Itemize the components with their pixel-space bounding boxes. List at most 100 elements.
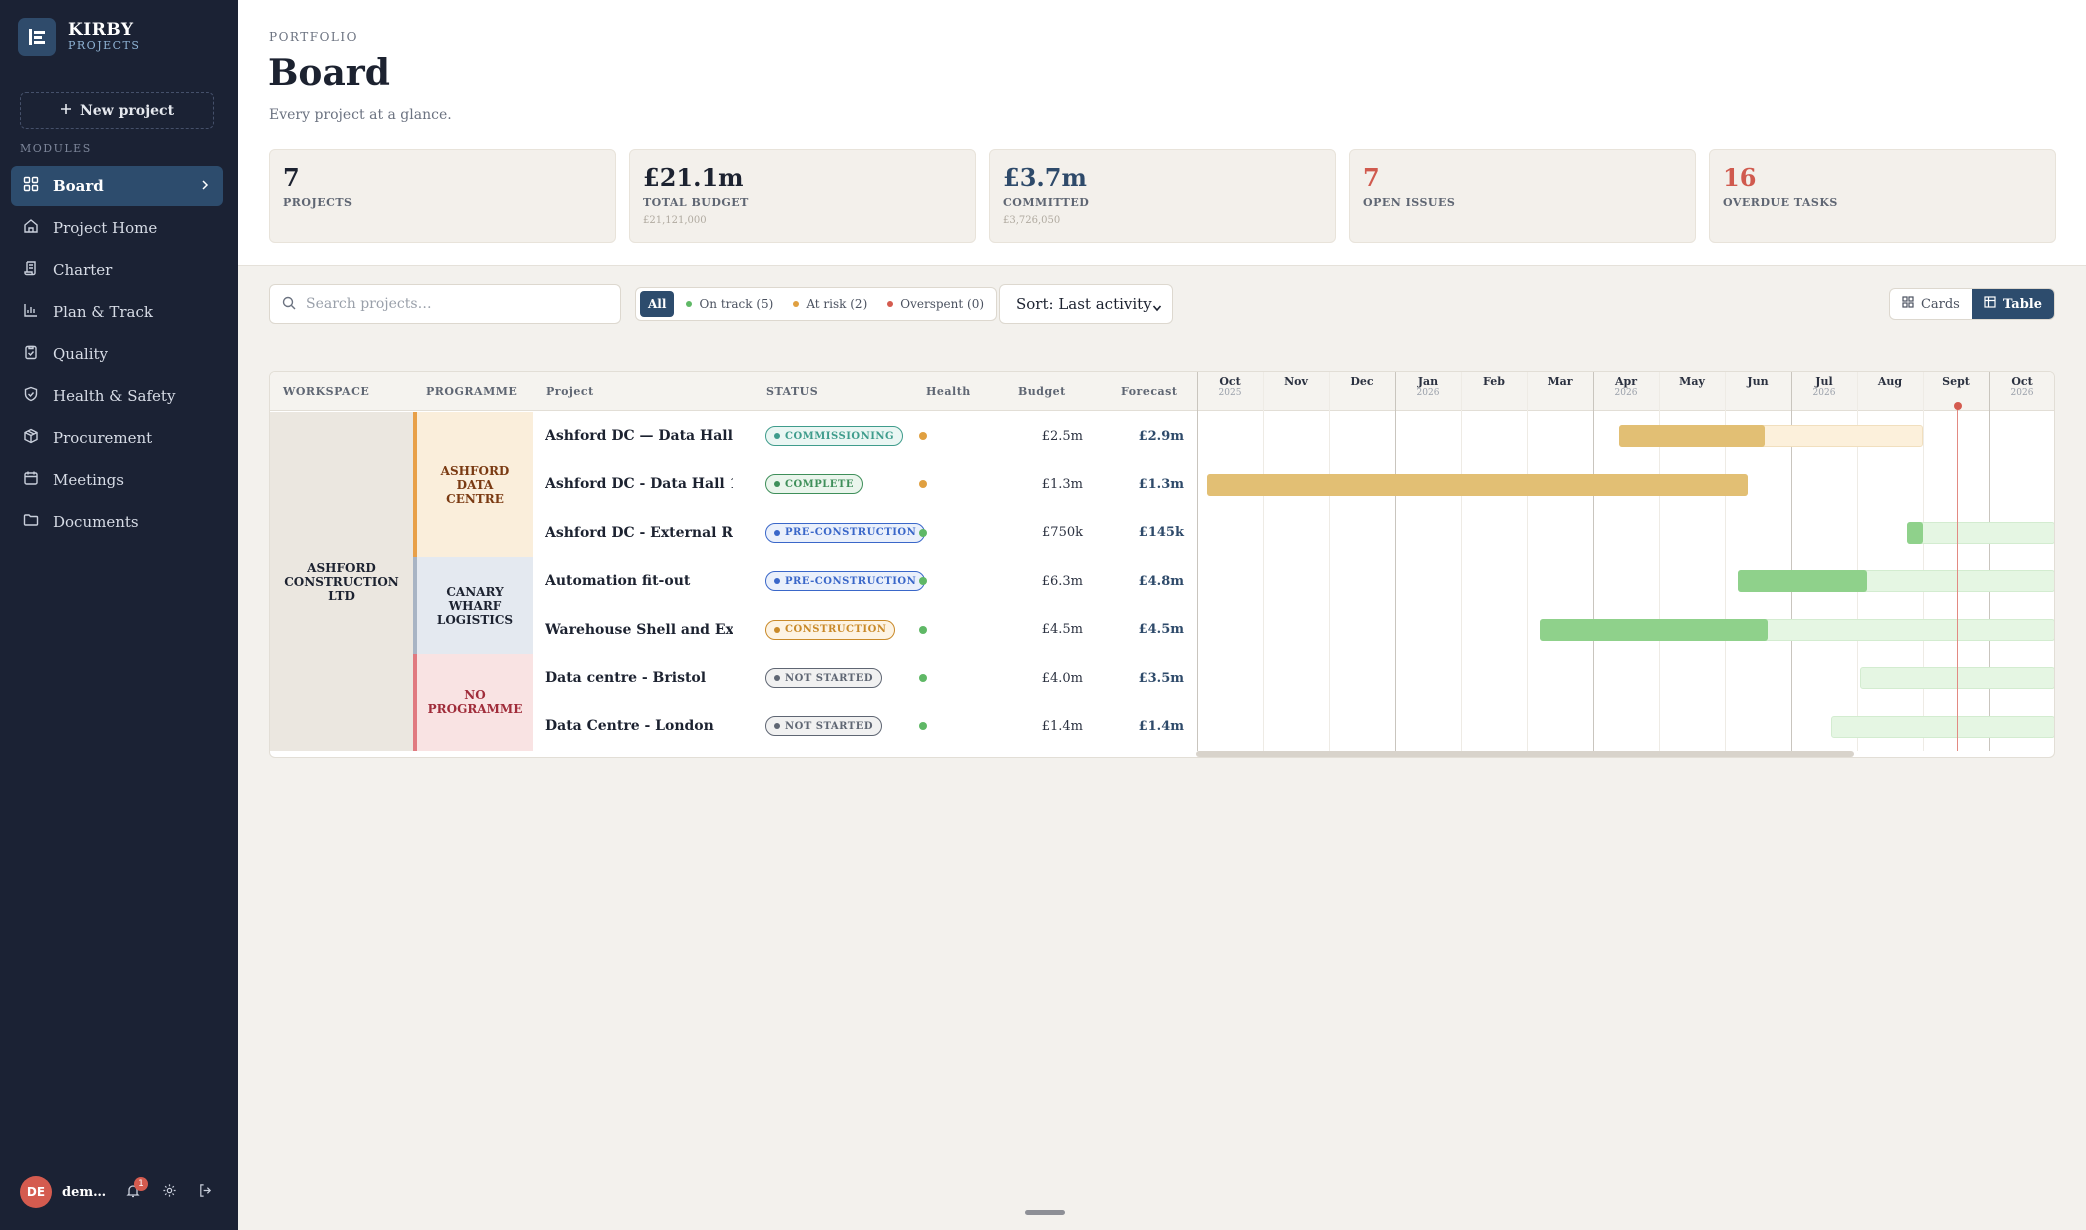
sidebar-item-plan-track[interactable]: Plan & Track: [11, 292, 223, 332]
sidebar-item-documents[interactable]: Documents: [11, 502, 223, 542]
gantt-progress-bar[interactable]: [1906, 522, 1923, 544]
view-cards-button[interactable]: Cards: [1890, 289, 1972, 319]
sidebar-item-charter[interactable]: Charter: [11, 250, 223, 290]
month-year: 2026: [1812, 388, 1836, 398]
programme-cell: NO PROGRAMME: [413, 654, 533, 751]
sidebar-item-project-home[interactable]: Project Home: [11, 208, 223, 248]
stat-sub: £21,121,000: [643, 215, 707, 226]
month-header: Feb: [1461, 375, 1527, 388]
filter-on-track[interactable]: On track (5): [678, 291, 781, 317]
gantt-progress-bar[interactable]: [1206, 473, 1749, 496]
status-cell: COMMISSIONING: [765, 412, 904, 460]
gantt-progress-bar[interactable]: [1619, 425, 1765, 448]
forecast-cell: £145k: [1138, 525, 1184, 541]
gantt-progress-bar[interactable]: [1738, 570, 1867, 593]
toolbar: All On track (5) At risk (2) Overspent (…: [269, 284, 2055, 324]
health-dot-icon: [919, 674, 927, 682]
status-cell: NOT STARTED: [765, 654, 883, 702]
search-box[interactable]: [269, 284, 621, 324]
gantt-gridline: [1197, 372, 1198, 751]
project-name[interactable]: Ashford DC - Data Hall 1: [545, 460, 733, 508]
brand[interactable]: KIRBY PROJECTS: [18, 18, 140, 56]
forecast-cell: £1.4m: [1138, 718, 1184, 734]
month-label: Apr: [1614, 375, 1638, 388]
sidebar-item-label: Documents: [53, 513, 139, 531]
project-name[interactable]: Ashford DC — Data Hall 2 ...: [545, 412, 733, 460]
sidebar-item-procurement[interactable]: Procurement: [11, 418, 223, 458]
table-row[interactable]: Ashford DC - External Ref... PRE-CONSTRUC…: [533, 509, 2054, 557]
month-label: Aug: [1877, 375, 1903, 388]
filter-label: All: [648, 297, 667, 311]
col-health[interactable]: Health: [926, 372, 971, 411]
logout-button[interactable]: [192, 1179, 218, 1205]
table-row[interactable]: Data Centre - London NOT STARTED £1.4m £1.4…: [533, 702, 2054, 750]
sidebar-item-health-safety[interactable]: Health & Safety: [11, 376, 223, 416]
resize-handle[interactable]: [1025, 1210, 1065, 1215]
stat-label: TOTAL BUDGET: [643, 196, 749, 209]
project-name[interactable]: Automation fit-out: [545, 557, 733, 605]
health-dot-icon: [919, 432, 927, 440]
stats-row: 7 PROJECTS £21.1m TOTAL BUDGET £21,121,0…: [269, 149, 2056, 243]
status-dot-icon: [774, 675, 780, 681]
table-icon: [1984, 296, 1996, 312]
project-name[interactable]: Data Centre - London: [545, 702, 733, 750]
col-status[interactable]: STATUS: [766, 372, 818, 411]
health-cell: [913, 557, 933, 605]
month-header: Oct 2026: [1989, 375, 2054, 398]
bar-chart-icon: [23, 302, 39, 322]
forecast-cell: £4.8m: [1138, 573, 1184, 589]
month-label: May: [1679, 375, 1705, 388]
gantt-track[interactable]: [1906, 522, 2054, 544]
budget-cell: £6.3m: [1041, 573, 1083, 589]
col-budget[interactable]: Budget: [1018, 372, 1066, 411]
stat-card-open-issues: 7 OPEN ISSUES: [1349, 149, 1696, 243]
gantt-progress-bar[interactable]: [1540, 618, 1768, 641]
project-name[interactable]: Data centre - Bristol: [545, 654, 733, 702]
horizontal-scrollbar[interactable]: [1196, 751, 1854, 757]
status-badge: COMPLETE: [765, 474, 863, 495]
filter-overspent[interactable]: Overspent (0): [879, 291, 992, 317]
search-input[interactable]: [306, 296, 606, 312]
filter-at-risk[interactable]: At risk (2): [785, 291, 875, 317]
month-label: Dec: [1350, 375, 1374, 388]
status-filter-group: All On track (5) At risk (2) Overspent (…: [635, 287, 998, 321]
sidebar-item-quality[interactable]: Quality: [11, 334, 223, 374]
month-label: Feb: [1483, 375, 1505, 388]
sidebar-item-meetings[interactable]: Meetings: [11, 460, 223, 500]
avatar[interactable]: DE: [20, 1176, 52, 1208]
health-cell: [913, 654, 933, 702]
username[interactable]: demo...: [62, 1185, 110, 1200]
table-row[interactable]: Data centre - Bristol NOT STARTED £4.0m £3.…: [533, 654, 2054, 702]
status-dot-icon: [774, 433, 780, 439]
gantt-track[interactable]: [1830, 715, 2054, 738]
status-text: COMMISSIONING: [785, 430, 895, 442]
filter-all[interactable]: All: [640, 291, 675, 317]
new-project-button[interactable]: New project: [20, 92, 214, 129]
health-cell: [913, 460, 933, 508]
notifications-button[interactable]: 1: [120, 1177, 148, 1205]
sidebar-item-label: Quality: [53, 345, 108, 363]
view-table-button[interactable]: Table: [1971, 289, 2054, 319]
settings-button[interactable]: [156, 1179, 182, 1205]
health-dot-icon: [919, 625, 927, 634]
today-line: [1957, 406, 1959, 751]
forecast-cell: £4.5m: [1138, 622, 1184, 638]
new-project-label: New project: [79, 102, 175, 119]
stat-card-projects: 7 PROJECTS: [269, 149, 616, 243]
col-forecast[interactable]: Forecast: [1121, 372, 1177, 411]
chevron-down-icon: [1152, 299, 1162, 317]
stat-value: 7: [283, 163, 300, 192]
gantt-gridline: [1527, 372, 1528, 751]
sidebar-item-label: Project Home: [53, 219, 158, 237]
project-name[interactable]: Ashford DC - External Ref...: [545, 509, 733, 557]
col-programme: PROGRAMME: [426, 385, 518, 398]
health-dot-icon: [919, 528, 927, 537]
status-badge: NOT STARTED: [765, 668, 883, 688]
sidebar-item-board[interactable]: Board: [11, 166, 223, 206]
status-dot-icon: [774, 529, 780, 536]
month-header: Sept: [1923, 375, 1989, 388]
sort-select[interactable]: Sort: Last activity: [999, 284, 1173, 324]
home-icon: [23, 218, 39, 238]
col-project[interactable]: Project: [546, 372, 594, 411]
project-name[interactable]: Warehouse Shell and Exter...: [545, 606, 733, 654]
